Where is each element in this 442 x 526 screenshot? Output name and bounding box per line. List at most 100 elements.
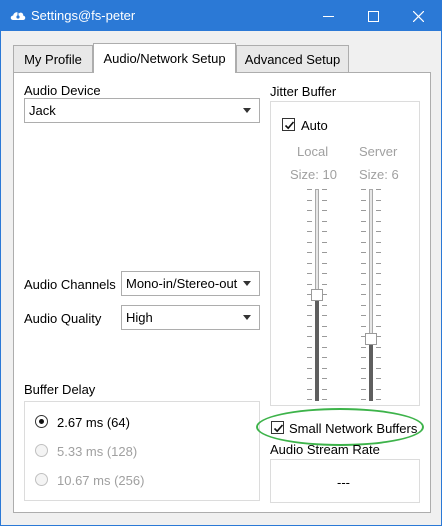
slider-tick bbox=[361, 284, 366, 285]
slider-tick bbox=[376, 326, 381, 327]
audio-stream-rate-value: --- bbox=[337, 475, 350, 490]
slider-tick bbox=[322, 263, 327, 264]
buffer-delay-label: Buffer Delay bbox=[24, 382, 96, 397]
maximize-button[interactable] bbox=[351, 1, 396, 31]
slider-tick bbox=[322, 284, 327, 285]
auto-checkbox[interactable] bbox=[282, 118, 295, 131]
slider-tick bbox=[361, 221, 366, 222]
slider-tick bbox=[376, 347, 381, 348]
close-button[interactable] bbox=[396, 1, 441, 31]
slider-tick bbox=[361, 210, 366, 211]
tab-audio-network-setup[interactable]: Audio/Network Setup bbox=[93, 43, 236, 73]
jitter-buffer-group bbox=[270, 101, 420, 406]
chevron-down-icon bbox=[243, 315, 251, 320]
slider-tick bbox=[307, 263, 312, 264]
slider-tick bbox=[322, 189, 327, 190]
buffer-delay-radio-128[interactable] bbox=[35, 444, 48, 457]
tab-label: My Profile bbox=[24, 52, 82, 67]
slider-tick bbox=[322, 378, 327, 379]
slider-tick bbox=[322, 357, 327, 358]
slider-tick bbox=[322, 389, 327, 390]
slider-tick bbox=[376, 294, 381, 295]
slider-tick bbox=[361, 252, 366, 253]
slider-tick bbox=[361, 315, 366, 316]
minimize-button[interactable] bbox=[306, 1, 351, 31]
slider-tick bbox=[322, 200, 327, 201]
local-jitter-slider-handle[interactable] bbox=[311, 289, 323, 301]
audio-stream-rate-label: Audio Stream Rate bbox=[270, 442, 380, 457]
auto-label: Auto bbox=[301, 118, 328, 133]
buffer-delay-option-label[interactable]: 10.67 ms (256) bbox=[57, 473, 144, 488]
audio-quality-value: High bbox=[126, 310, 153, 325]
slider-tick bbox=[361, 368, 366, 369]
slider-tick bbox=[376, 221, 381, 222]
slider-tick bbox=[307, 305, 312, 306]
buffer-delay-radio-64[interactable] bbox=[35, 415, 48, 428]
slider-tick bbox=[361, 347, 366, 348]
slider-tick bbox=[376, 368, 381, 369]
audio-quality-select[interactable]: High bbox=[121, 305, 260, 330]
tab-my-profile[interactable]: My Profile bbox=[13, 45, 93, 72]
buffer-delay-option-label[interactable]: 5.33 ms (128) bbox=[57, 444, 137, 459]
slider-tick bbox=[376, 273, 381, 274]
local-size-label: Size: 10 bbox=[290, 167, 337, 182]
server-size-label: Size: 6 bbox=[359, 167, 399, 182]
highlight-ellipse bbox=[256, 408, 424, 446]
slider-tick bbox=[376, 189, 381, 190]
tab-advanced-setup[interactable]: Advanced Setup bbox=[236, 45, 349, 72]
slider-tick bbox=[376, 252, 381, 253]
slider-tick bbox=[307, 357, 312, 358]
slider-tick bbox=[361, 326, 366, 327]
slider-tick bbox=[361, 357, 366, 358]
slider-tick bbox=[307, 273, 312, 274]
minimize-icon bbox=[323, 15, 334, 17]
local-label: Local bbox=[297, 144, 329, 159]
title-bar[interactable]: Settings@fs-peter bbox=[1, 1, 441, 31]
slider-tick bbox=[376, 315, 381, 316]
audio-channels-select[interactable]: Mono-in/Stereo-out bbox=[121, 271, 260, 296]
slider-tick bbox=[361, 242, 366, 243]
slider-tick bbox=[361, 189, 366, 190]
slider-tick bbox=[307, 368, 312, 369]
slider-tick bbox=[322, 347, 327, 348]
chevron-down-icon bbox=[243, 281, 251, 286]
slider-tick bbox=[307, 210, 312, 211]
chevron-down-icon bbox=[243, 108, 251, 113]
slider-tick bbox=[307, 326, 312, 327]
slider-tick bbox=[322, 231, 327, 232]
slider-tick bbox=[307, 315, 312, 316]
window-title: Settings@fs-peter bbox=[31, 8, 136, 23]
slider-tick bbox=[376, 263, 381, 264]
slider-tick bbox=[307, 336, 312, 337]
cloud-guitar-icon bbox=[10, 10, 26, 20]
settings-window: Settings@fs-peter My Profile Audio/Netwo… bbox=[0, 0, 442, 526]
buffer-delay-option-label[interactable]: 2.67 ms (64) bbox=[57, 415, 130, 430]
local-jitter-slider-fill bbox=[315, 295, 319, 401]
checkmark-icon bbox=[284, 121, 295, 130]
slider-tick bbox=[322, 242, 327, 243]
slider-tick bbox=[307, 231, 312, 232]
slider-tick bbox=[307, 200, 312, 201]
slider-tick bbox=[361, 399, 366, 400]
slider-tick bbox=[376, 389, 381, 390]
slider-tick bbox=[307, 389, 312, 390]
slider-tick bbox=[307, 399, 312, 400]
slider-tick bbox=[322, 273, 327, 274]
slider-tick bbox=[322, 336, 327, 337]
server-jitter-slider-fill bbox=[369, 339, 373, 401]
slider-tick bbox=[361, 273, 366, 274]
audio-device-value: Jack bbox=[29, 103, 56, 118]
buffer-delay-radio-256[interactable] bbox=[35, 473, 48, 486]
slider-tick bbox=[322, 399, 327, 400]
slider-tick bbox=[376, 284, 381, 285]
server-jitter-slider-handle[interactable] bbox=[365, 333, 377, 345]
slider-tick bbox=[376, 399, 381, 400]
slider-tick bbox=[307, 284, 312, 285]
slider-tick bbox=[307, 189, 312, 190]
slider-tick bbox=[322, 305, 327, 306]
slider-tick bbox=[376, 242, 381, 243]
slider-tick bbox=[322, 315, 327, 316]
slider-tick bbox=[322, 326, 327, 327]
slider-tick bbox=[376, 231, 381, 232]
audio-device-select[interactable]: Jack bbox=[24, 98, 260, 123]
